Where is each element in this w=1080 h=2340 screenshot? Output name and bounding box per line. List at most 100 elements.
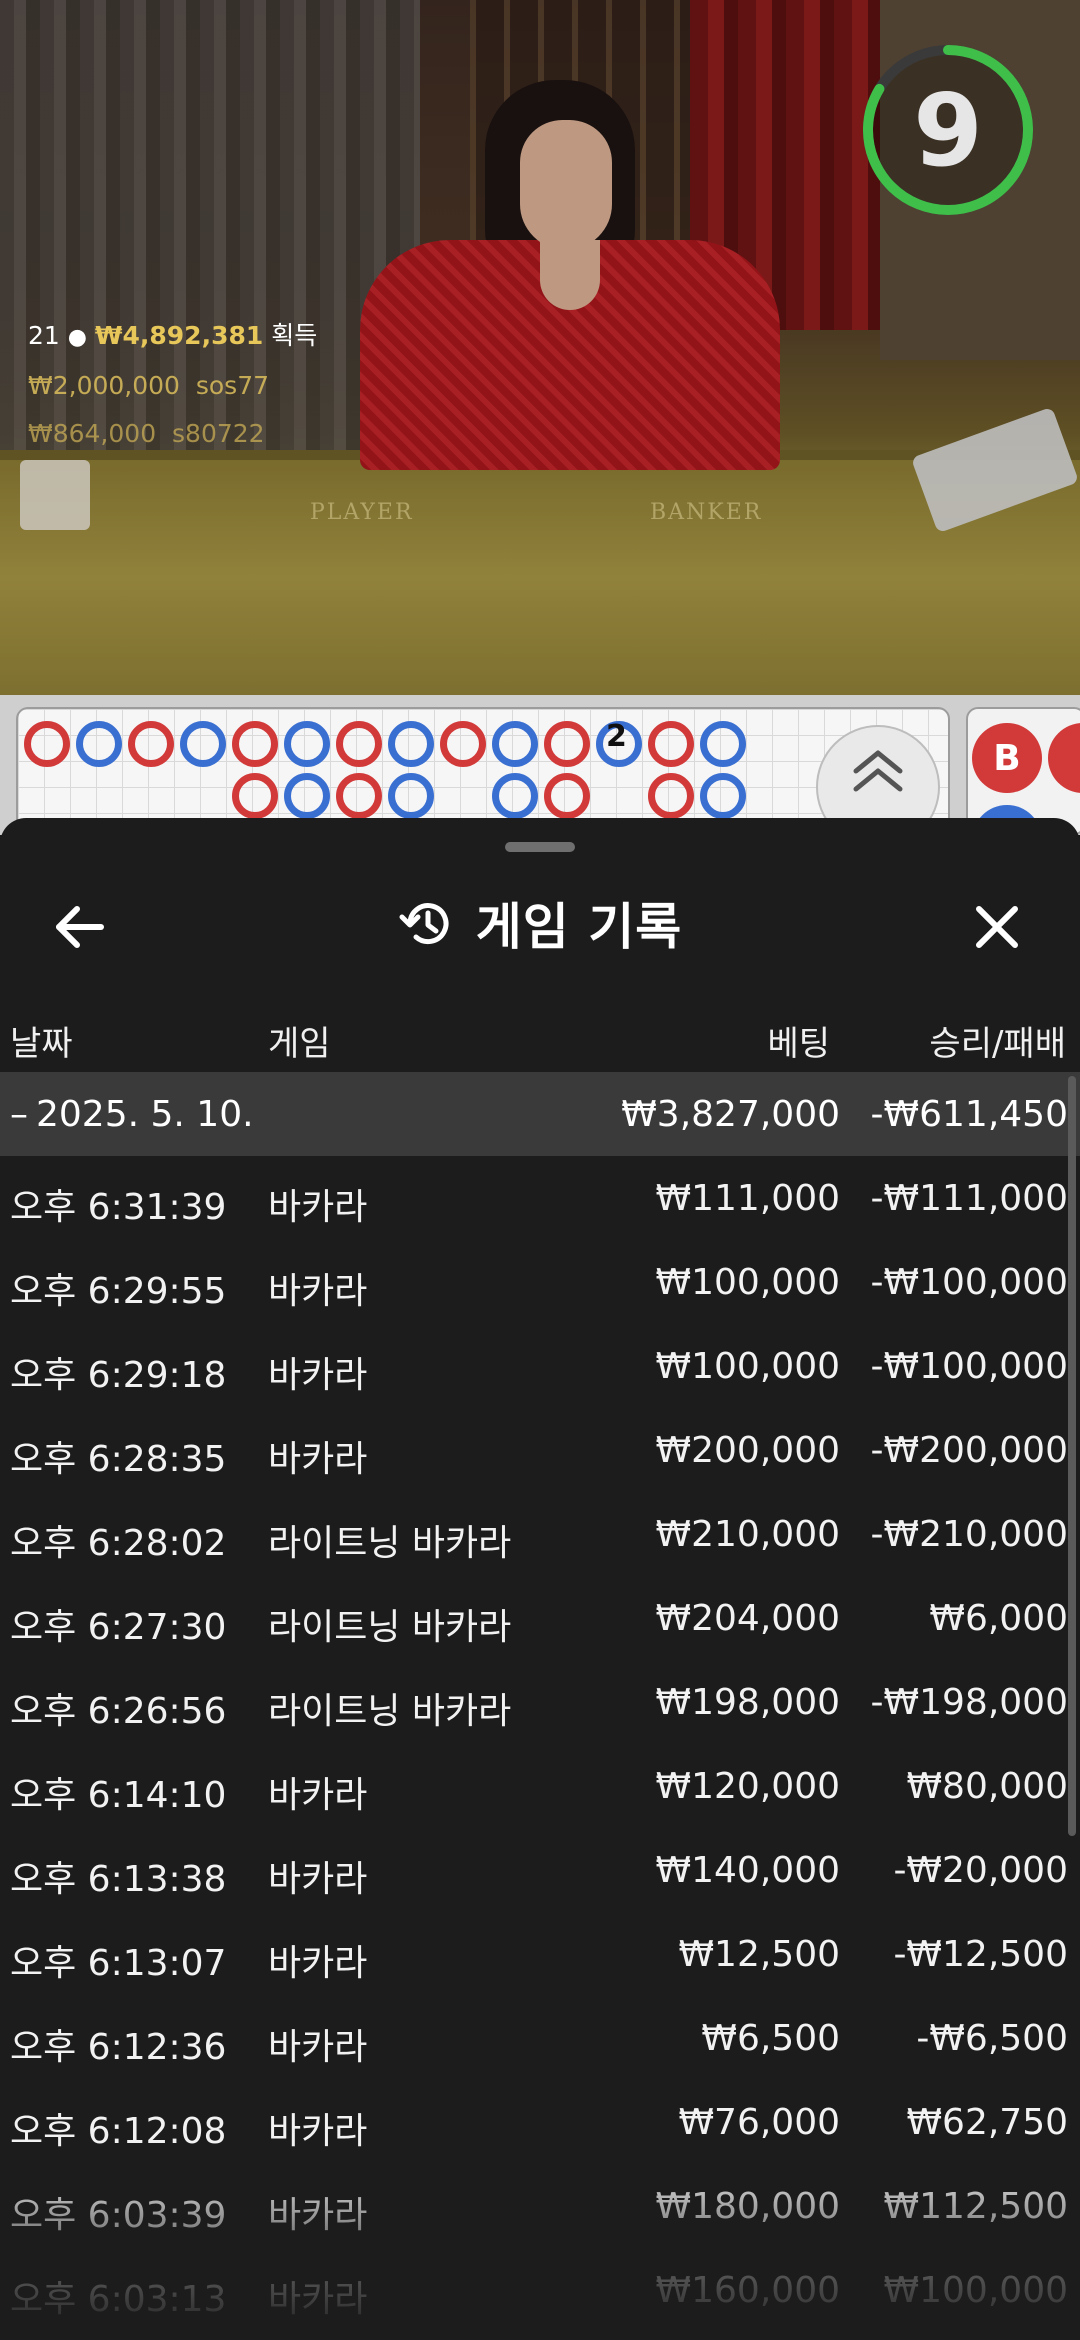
row-time: 오후 6:28:02 (10, 1523, 227, 1564)
double-chevron-up-icon (853, 750, 903, 792)
banker-bead (648, 721, 694, 767)
row-bet: ₩160,000 (655, 2270, 840, 2311)
row-game: 바카라 (268, 1271, 368, 1312)
table-row[interactable]: 오후 6:29:18 바카라 ₩100,000 -₩100,000 (0, 1324, 1080, 1408)
countdown-number: 9 (913, 71, 983, 189)
row-game: 바카라 (268, 1775, 368, 1816)
banker-ask-button[interactable]: B (972, 723, 1042, 793)
row-game: 바카라 (268, 1355, 368, 1396)
close-icon (976, 906, 1018, 948)
bead-road[interactable]: 2 (16, 707, 950, 835)
table-row[interactable]: 오후 6:28:02 라이트닝 바카라 ₩210,000 -₩210,000 (0, 1492, 1080, 1576)
table-row[interactable]: 오후 6:14:10 바카라 ₩120,000 ₩80,000 (0, 1744, 1080, 1828)
collapse-dash-icon: – (10, 1094, 28, 1135)
group-result-total: -₩611,450 (870, 1094, 1068, 1135)
row-time: 오후 6:28:35 (10, 1439, 227, 1480)
bet-amount: ₩864,000 (28, 419, 157, 448)
row-game: 바카라 (268, 2279, 368, 2320)
row-game: 라이트닝 바카라 (268, 1691, 512, 1732)
player-bead (492, 773, 538, 819)
back-button[interactable] (44, 892, 114, 962)
row-result: -₩100,000 (870, 1262, 1068, 1303)
banker-bead (336, 721, 382, 767)
game-history-sheet: 게임 기록 날짜 게임 베팅 승리/패배 – 2025. 5. 10. ₩3,8… (0, 818, 1080, 2340)
row-bet: ₩111,000 (655, 1178, 840, 1219)
row-bet: ₩12,500 (678, 1934, 840, 1975)
col-result: 승리/패배 (929, 1024, 1066, 1064)
row-result: -₩20,000 (893, 1850, 1068, 1891)
row-result: ₩80,000 (906, 1766, 1068, 1807)
player-bead (388, 773, 434, 819)
banker-bead (128, 721, 174, 767)
row-time: 오후 6:13:38 (10, 1859, 227, 1900)
close-button[interactable] (962, 892, 1032, 962)
table-row[interactable]: 오후 6:27:30 라이트닝 바카라 ₩204,000 ₩6,000 (0, 1576, 1080, 1660)
player-bead (180, 721, 226, 767)
banker-bead (544, 721, 590, 767)
table-row[interactable]: 오후 6:03:39 바카라 ₩180,000 ₩112,500 (0, 2164, 1080, 2248)
banker-bead (440, 721, 486, 767)
table-row[interactable]: 오후 6:28:35 바카라 ₩200,000 -₩200,000 (0, 1408, 1080, 1492)
row-game: 바카라 (268, 1187, 368, 1228)
row-bet: ₩204,000 (655, 1598, 840, 1639)
row-bet: ₩76,000 (678, 2102, 840, 2143)
row-result: ₩6,000 (929, 1598, 1068, 1639)
player-bead (284, 773, 330, 819)
col-game: 게임 (268, 1024, 331, 1064)
row-bet: ₩6,500 (701, 2018, 840, 2059)
row-time: 오후 6:03:13 (10, 2279, 227, 2320)
table-row[interactable]: 오후 6:26:56 라이트닝 바카라 ₩198,000 -₩198,000 (0, 1660, 1080, 1744)
col-bet: 베팅 (767, 1024, 830, 1064)
column-headers: 날짜 게임 베팅 승리/패배 (0, 1000, 1080, 1070)
player-bead (284, 721, 330, 767)
row-result: -₩198,000 (870, 1682, 1068, 1723)
arrow-left-icon (56, 906, 104, 948)
history-icon (399, 903, 449, 945)
table-row[interactable]: 오후 6:03:13 바카라 ₩160,000 ₩100,000 (0, 2248, 1080, 2332)
drag-handle[interactable] (505, 842, 575, 852)
table-row[interactable]: 오후 6:13:38 바카라 ₩140,000 -₩20,000 (0, 1828, 1080, 1912)
row-time: 오후 6:12:08 (10, 2111, 227, 2152)
row-game: 바카라 (268, 1859, 368, 1900)
row-time: 오후 6:12:36 (10, 2027, 227, 2068)
row-time: 오후 6:03:39 (10, 2195, 227, 2236)
table-row[interactable]: 오후 6:12:08 바카라 ₩76,000 ₩62,750 (0, 2080, 1080, 2164)
bet-ticker: 21 ● ₩4,892,381 획득 ₩2,000,000 sos77 ₩864… (28, 312, 317, 458)
banker-bead (232, 773, 278, 819)
table-row[interactable]: 오후 6:29:55 바카라 ₩100,000 -₩100,000 (0, 1240, 1080, 1324)
row-game: 바카라 (268, 1943, 368, 1984)
player-bead (700, 773, 746, 819)
row-result: -₩12,500 (893, 1934, 1068, 1975)
live-video: PLAYER BANKER 9 21 ● ₩4,892,381 획득 ₩2,00… (0, 0, 1080, 695)
row-result: ₩62,750 (906, 2102, 1068, 2143)
player-bead (76, 721, 122, 767)
banker-bead (336, 773, 382, 819)
bet-user: s80722 (172, 419, 265, 448)
table-row[interactable]: 오후 6:31:39 바카라 ₩111,000 -₩111,000 (0, 1156, 1080, 1240)
row-game: 라이트닝 바카라 (268, 1523, 512, 1564)
row-bet: ₩200,000 (655, 1430, 840, 1471)
page-title: 게임 기록 (475, 898, 683, 956)
scrollbar[interactable] (1068, 1076, 1076, 1836)
date-group-row[interactable]: – 2025. 5. 10. ₩3,827,000 -₩611,450 (0, 1072, 1080, 1156)
row-game: 바카라 (268, 2195, 368, 2236)
player-bead (700, 721, 746, 767)
banker-bead (544, 773, 590, 819)
row-result: ₩100,000 (883, 2270, 1068, 2311)
row-result: -₩6,500 (916, 2018, 1068, 2059)
row-time: 오후 6:14:10 (10, 1775, 227, 1816)
table-row[interactable]: 오후 6:12:36 바카라 ₩6,500 -₩6,500 (0, 1996, 1080, 2080)
ask-road-panel[interactable]: B (966, 707, 1080, 835)
row-bet: ₩100,000 (655, 1346, 840, 1387)
table-row[interactable]: 오후 6:13:07 바카라 ₩12,500 -₩12,500 (0, 1912, 1080, 1996)
total-win: ₩4,892,381 (94, 321, 264, 350)
bet-user: sos77 (195, 371, 270, 400)
row-time: 오후 6:26:56 (10, 1691, 227, 1732)
row-bet: ₩210,000 (655, 1514, 840, 1555)
player-bead (492, 721, 538, 767)
row-result: ₩112,500 (883, 2186, 1068, 2227)
row-game: 라이트닝 바카라 (268, 1607, 512, 1648)
row-bet: ₩140,000 (655, 1850, 840, 1891)
tie-count: 2 (606, 719, 627, 754)
group-bet-total: ₩3,827,000 (621, 1094, 840, 1135)
